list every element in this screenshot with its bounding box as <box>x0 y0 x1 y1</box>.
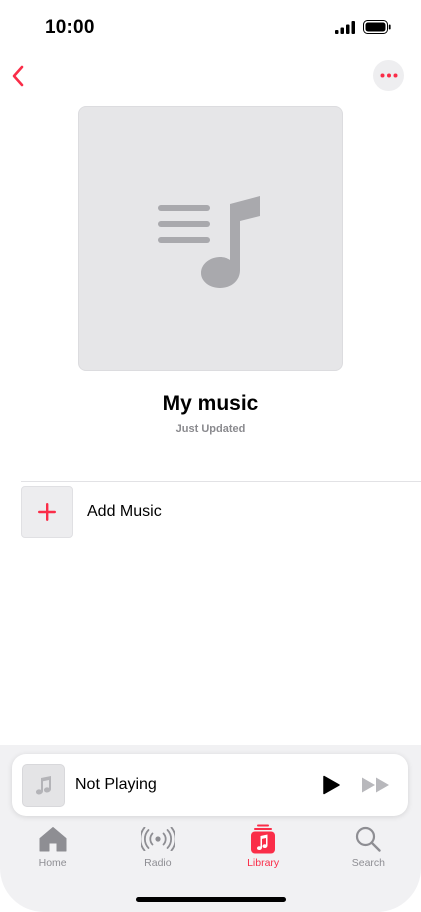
mini-player-artwork <box>22 763 65 807</box>
playlist-music-note-icon <box>157 195 260 288</box>
ellipsis-icon <box>380 73 397 78</box>
mini-player[interactable]: Not Playing <box>12 754 408 816</box>
tab-bar: Home Radio Library Search <box>0 822 421 878</box>
home-indicator[interactable] <box>136 897 286 902</box>
play-icon <box>323 775 340 795</box>
playlist-title: My music <box>162 392 259 415</box>
library-icon <box>251 824 276 854</box>
back-button[interactable] <box>6 60 30 92</box>
music-note-icon <box>35 776 51 795</box>
tab-search-label: Search <box>351 857 386 869</box>
chevron-left-icon <box>12 65 24 87</box>
tab-radio[interactable]: Radio <box>105 822 210 878</box>
more-button[interactable] <box>373 60 404 91</box>
status-bar: 10:00 <box>0 0 421 56</box>
next-button[interactable] <box>358 770 394 800</box>
mini-player-title: Not Playing <box>75 776 157 793</box>
signal-icon <box>335 20 355 34</box>
battery-icon <box>363 20 391 34</box>
nav-bar <box>0 56 421 96</box>
playlist-subtitle: Just Updated <box>175 423 246 435</box>
add-music-row[interactable]: Add Music <box>21 486 421 538</box>
add-music-label: Add Music <box>87 503 162 520</box>
status-time: 10:00 <box>45 17 95 38</box>
home-icon <box>39 827 67 852</box>
play-button[interactable] <box>316 770 346 800</box>
forward-icon <box>362 777 389 793</box>
plus-icon <box>38 503 56 521</box>
search-icon <box>356 826 382 852</box>
playlist-artwork <box>78 106 343 371</box>
tab-library[interactable]: Library <box>211 822 316 878</box>
add-music-thumb <box>21 486 73 538</box>
tab-home[interactable]: Home <box>0 822 105 878</box>
tab-search[interactable]: Search <box>316 822 421 878</box>
radio-icon <box>140 827 175 851</box>
divider <box>21 481 421 482</box>
tab-library-label: Library <box>247 857 280 869</box>
tab-radio-label: Radio <box>144 857 172 869</box>
status-icons <box>335 20 391 34</box>
tab-home-label: Home <box>38 857 67 869</box>
